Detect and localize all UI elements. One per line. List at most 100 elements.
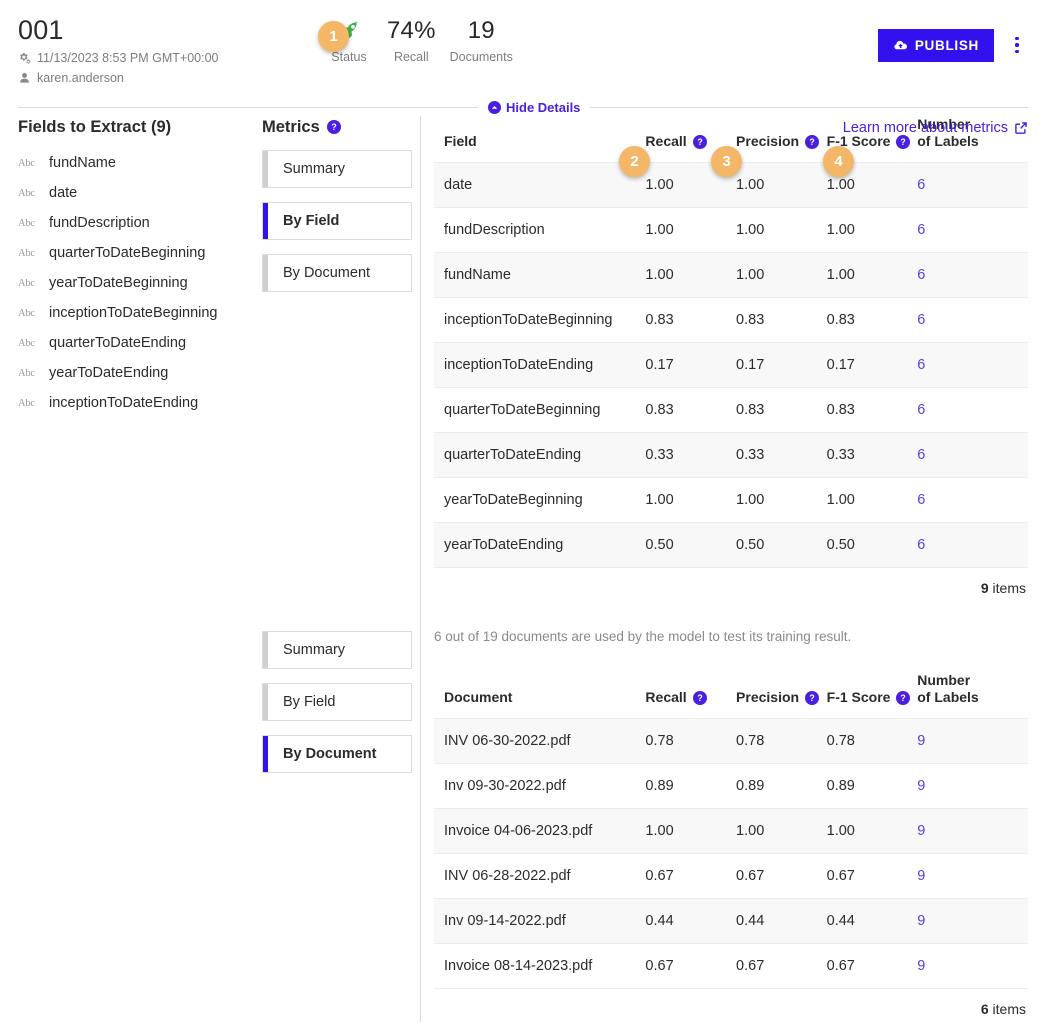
- learn-more-about-metrics-link[interactable]: Learn more about metrics: [843, 120, 1028, 136]
- cell-labels[interactable]: 9: [917, 763, 1028, 809]
- metrics-tabs-top: Summary By Field By Document: [262, 150, 412, 292]
- field-list-item[interactable]: Abc fundDescription: [18, 208, 256, 238]
- cell-labels[interactable]: 6: [917, 252, 1028, 298]
- title-block: 001 11/13/2023 8:53 PM GMT+00:00 karen.a…: [18, 14, 218, 86]
- cell-recall: 0.83: [645, 387, 737, 433]
- tab-summary[interactable]: Summary: [262, 631, 412, 669]
- recall-value: 74%: [387, 17, 436, 44]
- svg-text:?: ?: [809, 137, 814, 147]
- field-list-item[interactable]: Abc yearToDateEnding: [18, 358, 256, 388]
- field-list-item-label: quarterToDateBeginning: [49, 245, 206, 261]
- cell-f1: 0.78: [826, 718, 918, 764]
- cell-labels[interactable]: 9: [917, 718, 1028, 764]
- cell-labels[interactable]: 6: [917, 477, 1028, 523]
- col-header-number-of-labels: Number of Labels: [917, 672, 1028, 719]
- by-field-items-count: 9 items: [434, 568, 1028, 596]
- page-body: Fields to Extract (9) Abc fundName Abc date…: [0, 116, 1042, 1028]
- question-circle-icon[interactable]: ?: [692, 690, 707, 705]
- field-list-item-label: fundDescription: [49, 215, 150, 231]
- field-list-item[interactable]: Abc inceptionToDateEnding: [18, 388, 256, 418]
- question-circle-icon[interactable]: ?: [896, 134, 911, 149]
- svg-text:?: ?: [901, 693, 906, 703]
- cell-labels[interactable]: 9: [917, 853, 1028, 899]
- cell-precision: 0.89: [736, 763, 827, 809]
- cell-precision: 1.00: [736, 162, 827, 208]
- field-list-item[interactable]: Abc yearToDateBeginning: [18, 268, 256, 298]
- cell-f1: 0.67: [826, 853, 918, 899]
- cell-labels[interactable]: 9: [917, 808, 1028, 854]
- chevron-up-circle-icon: [488, 101, 501, 114]
- question-circle-icon[interactable]: ?: [805, 134, 820, 149]
- cell-name: INV 06-30-2022.pdf: [434, 718, 646, 764]
- col-header-f1: F-1 Score ?: [827, 672, 918, 719]
- cell-labels[interactable]: 6: [917, 342, 1028, 388]
- publish-button[interactable]: PUBLISH: [877, 29, 994, 62]
- cell-labels[interactable]: 6: [917, 522, 1028, 568]
- cell-labels[interactable]: 9: [917, 943, 1028, 989]
- tab-summary[interactable]: Summary: [262, 150, 412, 188]
- question-circle-icon[interactable]: ?: [692, 134, 707, 149]
- user-row: karen.anderson: [18, 70, 218, 86]
- cell-name: INV 06-28-2022.pdf: [434, 853, 646, 899]
- field-list-item[interactable]: Abc quarterToDateBeginning: [18, 238, 256, 268]
- cell-labels[interactable]: 6: [917, 297, 1028, 343]
- more-vertical-icon[interactable]: [1006, 30, 1028, 60]
- cell-name: yearToDateBeginning: [434, 477, 646, 523]
- cell-labels[interactable]: 6: [917, 162, 1028, 208]
- timestamp-text: 11/13/2023 8:53 PM GMT+00:00: [37, 51, 219, 65]
- documents-stat: 19 Documents: [443, 14, 520, 65]
- cell-f1: 1.00: [826, 207, 918, 253]
- cell-precision: 0.17: [736, 342, 827, 388]
- field-list-item[interactable]: Abc fundName: [18, 148, 256, 178]
- hide-details-button[interactable]: Hide Details: [478, 100, 590, 115]
- page-title: 001: [18, 15, 64, 45]
- question-circle-icon[interactable]: ?: [326, 120, 341, 134]
- cell-recall: 1.00: [645, 477, 737, 523]
- cell-labels[interactable]: 6: [917, 387, 1028, 433]
- cell-labels[interactable]: 6: [917, 207, 1028, 253]
- cell-name: Invoice 08-14-2023.pdf: [434, 943, 646, 989]
- table-row: fundDescription 1.00 1.00 1.00 6: [434, 207, 1028, 253]
- table-row: Inv 09-14-2022.pdf 0.44 0.44 0.44 9: [434, 898, 1028, 944]
- tab-by-document[interactable]: By Document: [262, 254, 412, 292]
- hide-details-label: Hide Details: [506, 100, 581, 115]
- field-list-item[interactable]: Abc quarterToDateEnding: [18, 328, 256, 358]
- col-header-labels-line1: Number: [917, 672, 971, 688]
- cell-name: inceptionToDateEnding: [434, 342, 646, 388]
- by-document-table: Document Recall ? Precision ? F-1 Score …: [434, 672, 1028, 989]
- abc-text-icon: Abc: [18, 307, 35, 319]
- cell-precision: 0.83: [736, 387, 827, 433]
- field-list-item-label: quarterToDateEnding: [49, 335, 187, 351]
- cell-precision: 1.00: [736, 252, 827, 298]
- svg-text:?: ?: [331, 122, 336, 132]
- external-link-icon: [1014, 121, 1028, 135]
- documents-value: 19: [467, 17, 495, 44]
- question-circle-icon[interactable]: ?: [805, 690, 820, 705]
- col-header-recall: Recall ?: [645, 672, 736, 719]
- cell-precision: 1.00: [736, 207, 827, 253]
- tab-label: By Document: [283, 746, 377, 762]
- field-list-item[interactable]: Abc date: [18, 178, 256, 208]
- field-list-item[interactable]: Abc inceptionToDateBeginning: [18, 298, 256, 328]
- table-row: yearToDateBeginning 1.00 1.00 1.00 6: [434, 477, 1028, 523]
- tab-by-document[interactable]: By Document: [262, 735, 412, 773]
- callout-badge-1: 1: [318, 21, 349, 52]
- tab-by-field[interactable]: By Field: [262, 683, 412, 721]
- table-row: inceptionToDateEnding 0.17 0.17 0.17 6: [434, 342, 1028, 388]
- cell-name: Inv 09-30-2022.pdf: [434, 763, 646, 809]
- tab-by-field[interactable]: By Field: [262, 202, 412, 240]
- documents-label: Documents: [449, 50, 513, 64]
- tab-label: By Document: [283, 265, 371, 281]
- table-row: quarterToDateEnding 0.33 0.33 0.33 6: [434, 432, 1028, 478]
- username-text: karen.anderson: [37, 71, 124, 85]
- question-circle-icon[interactable]: ?: [896, 690, 911, 705]
- col-header-recall-label: Recall: [645, 689, 687, 705]
- cell-labels[interactable]: 6: [917, 432, 1028, 478]
- publish-label: PUBLISH: [914, 38, 979, 53]
- col-header-precision-label: Precision: [736, 689, 800, 705]
- model-metrics-page: 001 11/13/2023 8:53 PM GMT+00:00 karen.a…: [0, 0, 1042, 1028]
- cell-recall: 1.00: [645, 252, 737, 298]
- cell-labels[interactable]: 9: [917, 898, 1028, 944]
- callout-badge-2: 2: [619, 146, 650, 177]
- svg-text:?: ?: [697, 693, 702, 703]
